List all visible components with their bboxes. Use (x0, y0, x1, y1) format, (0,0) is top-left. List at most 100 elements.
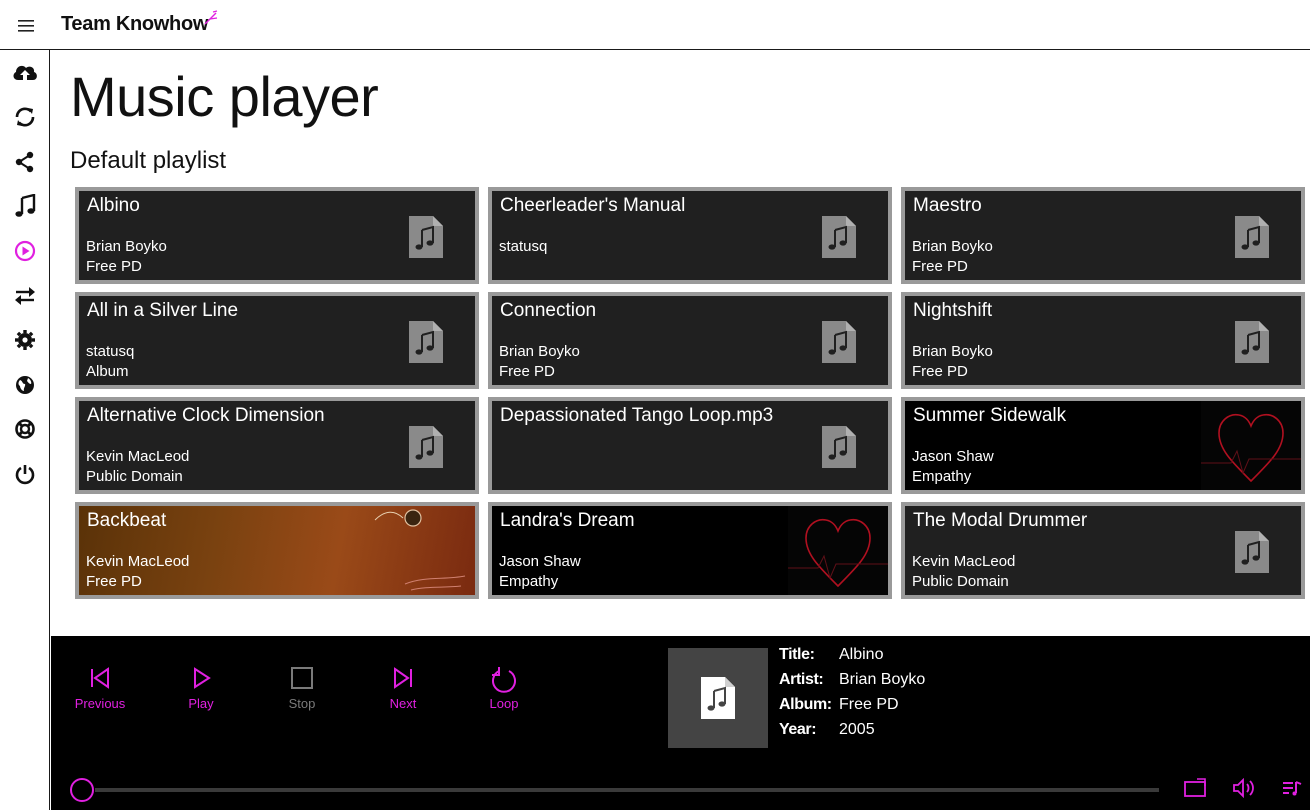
playlist-button[interactable] (1279, 776, 1305, 800)
sidebar-item-upload[interactable] (0, 50, 50, 94)
music-file-icon (822, 216, 856, 258)
track-title: Summer Sidewalk (913, 405, 1067, 426)
track-tile[interactable]: Maestro Brian Boyko Free PD (901, 187, 1305, 284)
stop-icon (291, 667, 313, 689)
play-button[interactable]: Play (166, 664, 236, 724)
hamburger-menu-icon[interactable] (10, 12, 42, 40)
now-playing-album: Free PD (839, 696, 899, 713)
music-file-icon (1235, 321, 1269, 363)
track-tile[interactable]: Depassionated Tango Loop.mp3 (488, 397, 892, 494)
next-button[interactable]: Next (368, 664, 438, 724)
cloud-upload-icon (13, 65, 37, 80)
track-artist: statusq (499, 238, 548, 255)
track-title: Alternative Clock Dimension (87, 405, 325, 426)
gear-icon (15, 330, 35, 350)
sync-icon (15, 107, 35, 127)
sidebar-item-sync[interactable] (0, 95, 50, 139)
track-tile[interactable]: Connection Brian Boyko Free PD (488, 292, 892, 389)
track-title: Albino (87, 195, 140, 216)
title-label: Title: (779, 646, 815, 663)
track-title: Connection (500, 300, 597, 321)
page-title: Music player (70, 65, 379, 128)
album-art-backbeat (374, 509, 466, 591)
transfer-icon (15, 287, 35, 305)
sidebar-item-share[interactable] (0, 140, 50, 184)
track-title: Landra's Dream (500, 510, 635, 531)
track-artist: Brian Boyko (912, 238, 993, 255)
track-artist: Kevin MacLeod (912, 553, 1016, 570)
music-file-icon (701, 677, 735, 719)
track-tile[interactable]: The Modal Drummer Kevin MacLeod Public D… (901, 502, 1305, 599)
stop-label: Stop (288, 696, 316, 711)
sidebar-item-help[interactable] (0, 407, 50, 451)
track-tile[interactable]: Nightshift Brian Boyko Free PD (901, 292, 1305, 389)
track-title: Cheerleader's Manual (500, 195, 686, 216)
track-album: Public Domain (912, 573, 1009, 590)
player-bar: Previous Play Stop Next Loop Title: Albin… (51, 636, 1310, 810)
track-tile[interactable]: Cheerleader's Manual statusq (488, 187, 892, 284)
now-playing-year: 2005 (839, 721, 875, 738)
track-album: Empathy (912, 468, 972, 485)
track-title: The Modal Drummer (913, 510, 1088, 531)
music-file-icon (409, 216, 443, 258)
previous-label: Previous (74, 696, 126, 711)
main-content: Music player Default playlist Albino Bri… (51, 51, 1310, 636)
globe-icon (16, 376, 34, 394)
track-tile[interactable]: Albino Brian Boyko Free PD (75, 187, 479, 284)
sidebar-item-power[interactable] (0, 452, 50, 496)
skip-previous-icon (91, 667, 109, 689)
progress-slider-thumb[interactable] (70, 778, 94, 802)
track-album: Free PD (912, 363, 968, 380)
track-artist: Jason Shaw (499, 553, 581, 570)
track-tile[interactable]: Backbeat Kevin MacLeod Free PD (75, 502, 479, 599)
sidebar-item-settings[interactable] (0, 318, 50, 362)
playlist-icon (1283, 781, 1302, 796)
music-file-icon (1235, 216, 1269, 258)
sidebar-item-player[interactable] (0, 229, 50, 273)
track-title: Nightshift (913, 300, 993, 321)
track-album: Album (86, 363, 129, 380)
now-playing-title: Albino (839, 646, 884, 663)
track-artist: statusq (86, 343, 135, 360)
track-artist: Brian Boyko (912, 343, 993, 360)
track-tile[interactable]: Alternative Clock Dimension Kevin MacLeo… (75, 397, 479, 494)
loop-icon (492, 667, 516, 693)
track-title: Maestro (913, 195, 982, 216)
play-circle-icon (14, 240, 36, 262)
album-art-heart (788, 506, 888, 595)
track-tile[interactable]: Landra's Dream Jason Shaw Empathy (488, 502, 892, 599)
track-artist: Jason Shaw (912, 448, 994, 465)
stop-button[interactable]: Stop (267, 664, 337, 724)
album-art-heart (1201, 401, 1301, 490)
track-tile[interactable]: All in a Silver Line statusq Album (75, 292, 479, 389)
cast-button[interactable] (1182, 776, 1208, 800)
artist-label: Artist: (779, 671, 824, 688)
track-title: Depassionated Tango Loop.mp3 (500, 405, 774, 426)
track-tile[interactable]: Summer Sidewalk Jason Shaw Empathy (901, 397, 1305, 494)
track-album: Free PD (86, 258, 142, 275)
power-icon (15, 465, 35, 485)
music-note-icon (15, 194, 36, 217)
track-artist: Brian Boyko (86, 238, 167, 255)
music-file-icon (409, 426, 443, 468)
cast-icon (1184, 778, 1206, 797)
music-file-icon (822, 426, 856, 468)
sidebar-item-transfer[interactable] (0, 274, 50, 318)
loop-button[interactable]: Loop (469, 664, 539, 724)
music-file-icon (822, 321, 856, 363)
track-album: Free PD (912, 258, 968, 275)
now-playing-artist: Brian Boyko (839, 671, 926, 688)
sidebar-item-globe[interactable] (0, 363, 50, 407)
progress-track[interactable] (95, 788, 1159, 792)
track-album: Public Domain (86, 468, 183, 485)
track-album: Empathy (499, 573, 559, 590)
volume-button[interactable] (1231, 776, 1257, 800)
track-artist: Kevin MacLeod (86, 553, 190, 570)
track-title: All in a Silver Line (87, 300, 239, 321)
next-label: Next (389, 696, 417, 711)
brand-logo-icon (203, 10, 219, 31)
music-file-icon (409, 321, 443, 363)
previous-button[interactable]: Previous (65, 664, 135, 724)
playlist-title: Default playlist (70, 147, 227, 174)
sidebar-item-music[interactable] (0, 184, 50, 228)
